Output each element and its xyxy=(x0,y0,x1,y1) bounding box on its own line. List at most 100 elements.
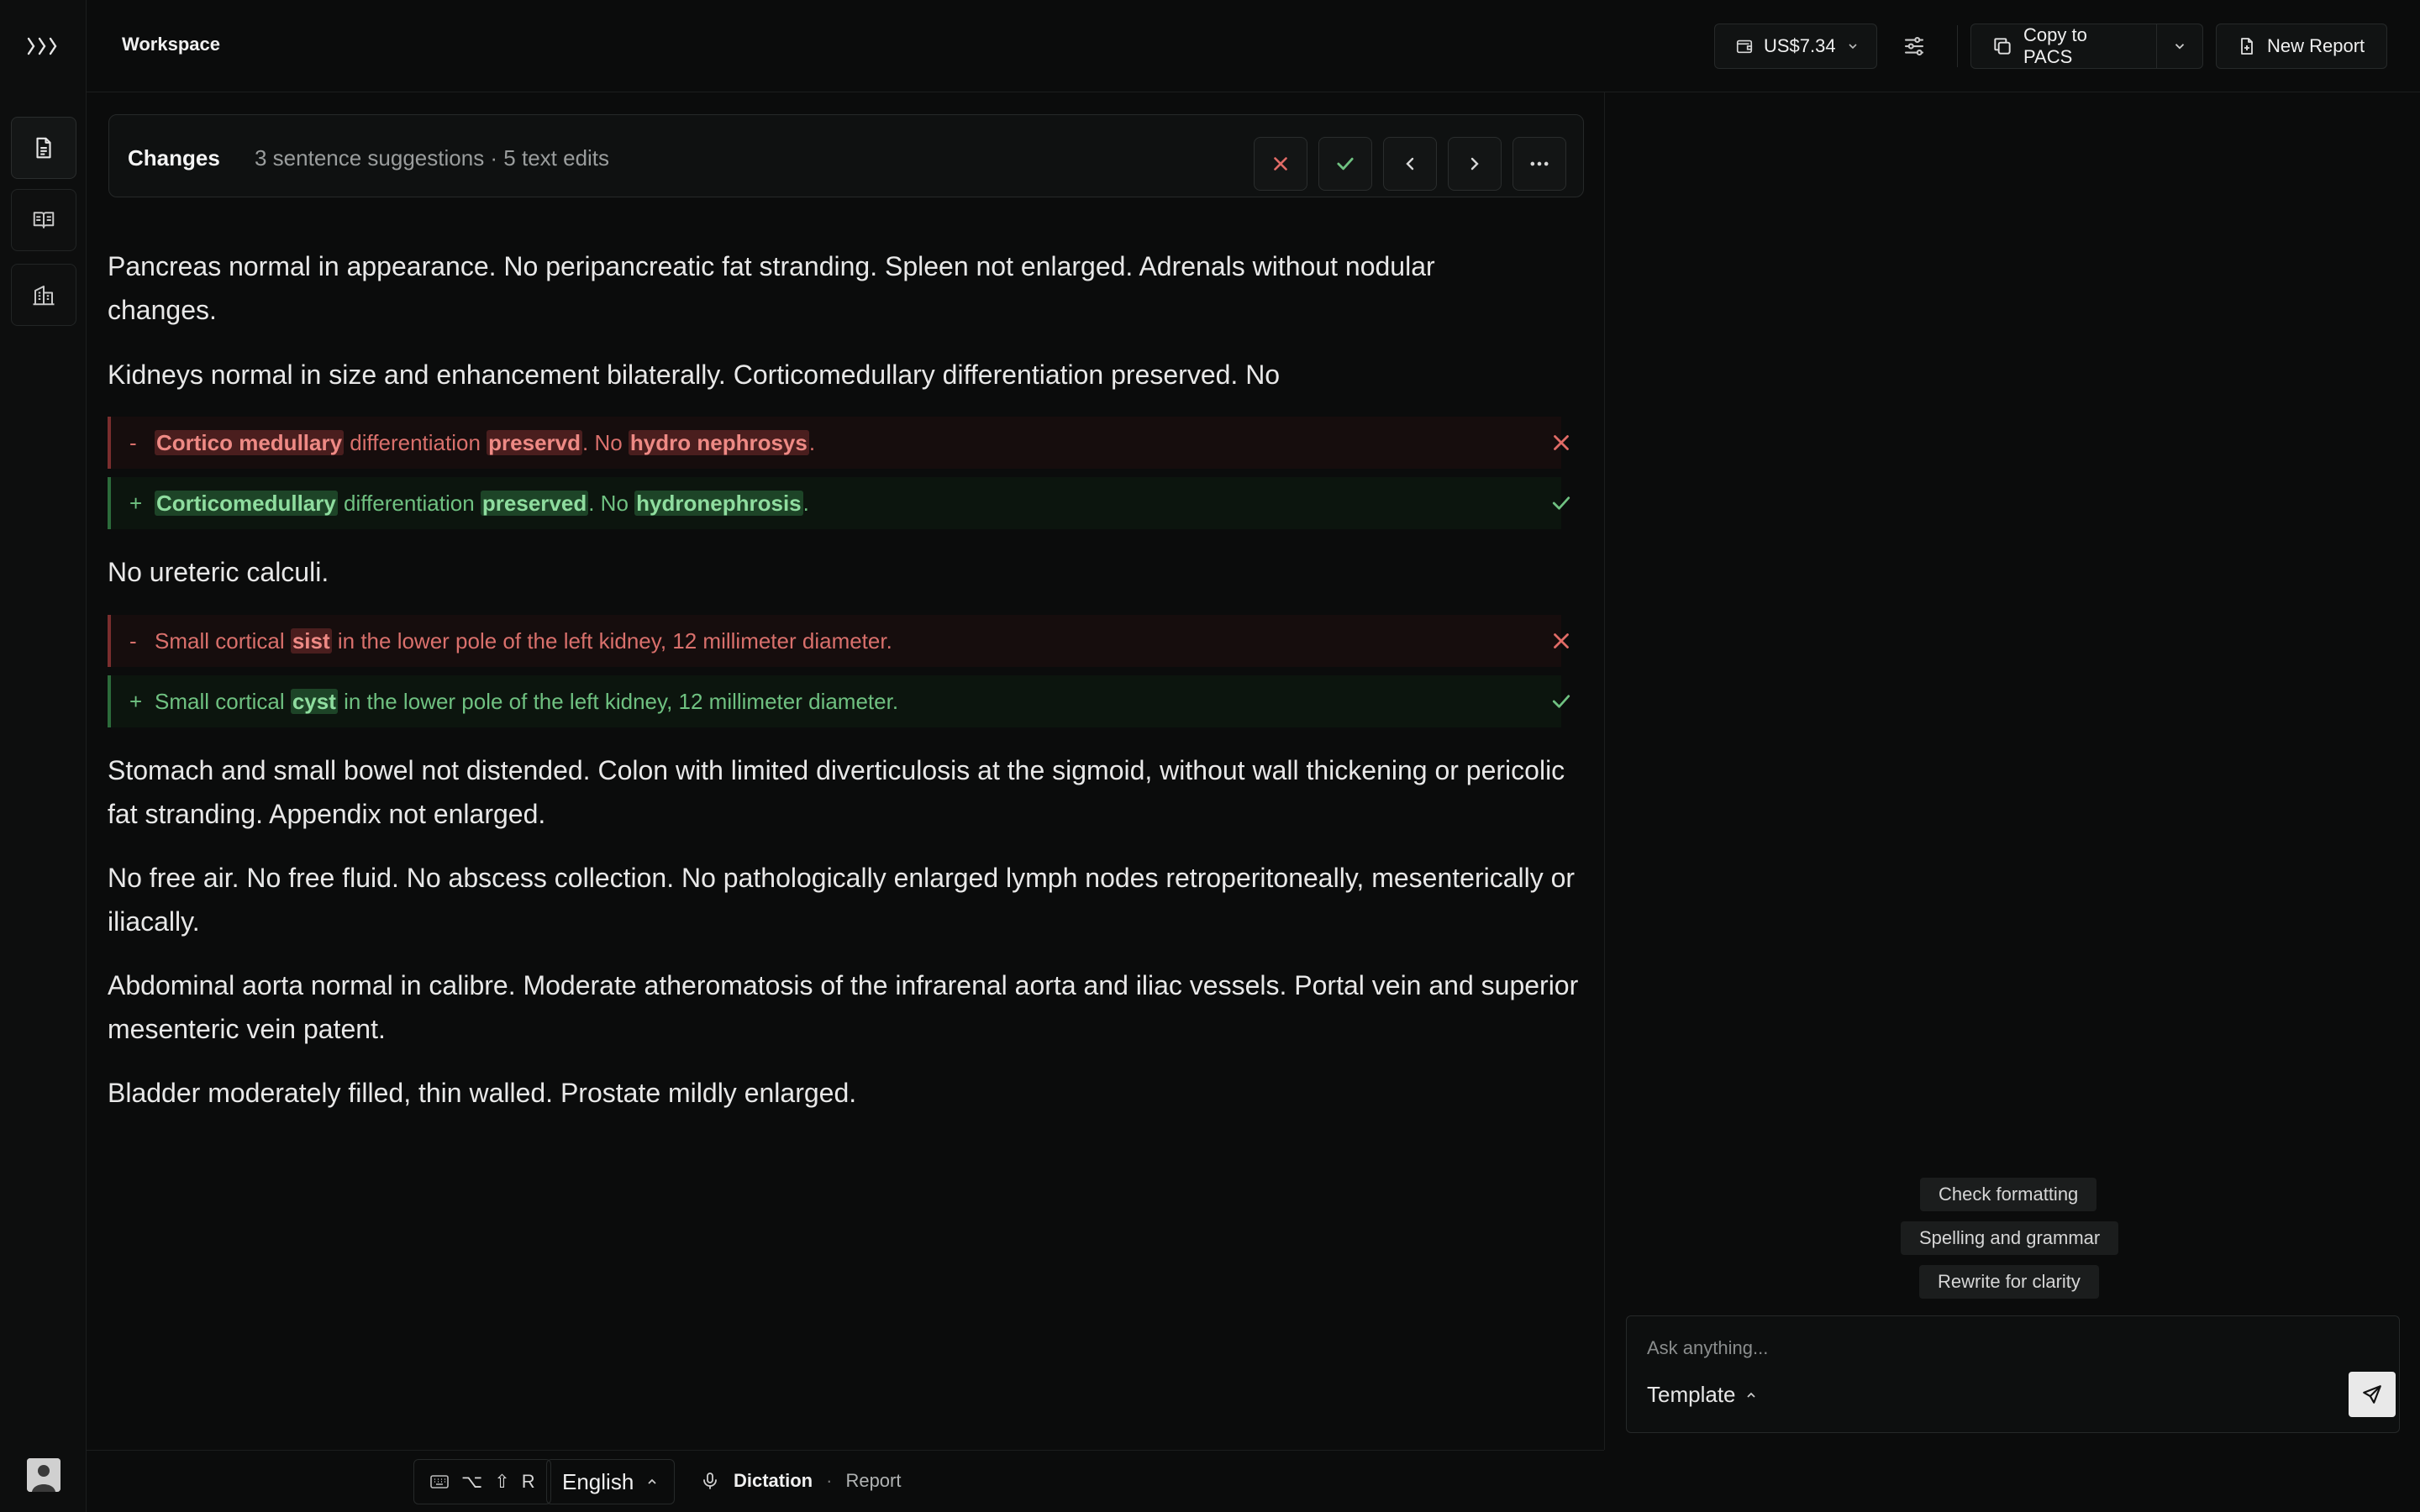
building-icon xyxy=(31,282,56,307)
report-paragraph[interactable]: No free air. No free fluid. No abscess c… xyxy=(108,856,1586,943)
diff-segment: differentiation xyxy=(337,490,481,516)
diff-segment: . No xyxy=(588,490,635,516)
diff-text: Corticomedullary differentiation preserv… xyxy=(155,490,809,517)
workspace-label: Workspace xyxy=(122,34,220,55)
document-icon xyxy=(31,135,56,160)
user-avatar[interactable] xyxy=(27,1458,60,1492)
copy-icon xyxy=(1991,35,2013,57)
close-icon xyxy=(1270,153,1292,175)
report-paragraph[interactable]: Bladder moderately filled, thin walled. … xyxy=(108,1071,1586,1115)
assistant-panel: Check formatting Spelling and grammar Re… xyxy=(1604,92,2420,1450)
template-dropdown[interactable]: Template xyxy=(1647,1382,1758,1408)
check-icon xyxy=(1334,152,1357,176)
reject-suggestion-button[interactable] xyxy=(1549,628,1574,654)
settings-sliders-button[interactable] xyxy=(1898,30,1930,62)
report-paragraph[interactable]: Stomach and small bowel not distended. C… xyxy=(108,748,1586,836)
chevron-left-icon xyxy=(1400,154,1420,174)
added-word: hydronephrosis xyxy=(634,490,803,516)
close-icon xyxy=(1549,430,1574,455)
diff-text: Small cortical sist in the lower pole of… xyxy=(155,627,892,654)
added-word: Corticomedullary xyxy=(155,490,338,516)
chevron-up-icon xyxy=(1744,1389,1758,1402)
toolbar-divider xyxy=(1957,25,1958,67)
new-report-button[interactable]: New Report xyxy=(2216,24,2387,69)
check-icon xyxy=(1549,689,1574,714)
chevron-down-icon xyxy=(2172,39,2187,54)
report-editor: Changes 3 sentence suggestions · 5 text … xyxy=(87,92,1604,1450)
assistant-input-box: Template xyxy=(1626,1315,2400,1433)
diff-segment: Small cortical xyxy=(155,627,291,654)
report-paragraph[interactable]: Kidneys normal in size and enhancement b… xyxy=(108,353,1586,396)
changes-bar: Changes 3 sentence suggestions · 5 text … xyxy=(108,114,1584,197)
rail-library-button[interactable] xyxy=(11,189,76,251)
copy-options-dropdown[interactable] xyxy=(2156,24,2203,69)
copy-to-pacs-button[interactable]: Copy to PACS xyxy=(1970,24,2157,69)
suggestion-addition[interactable]: + Corticomedullary differentiation prese… xyxy=(108,477,1561,529)
dictation-control[interactable]: Dictation · Report xyxy=(700,1469,902,1493)
suggestion-chip-check-formatting[interactable]: Check formatting xyxy=(1920,1178,2097,1211)
report-paragraph[interactable]: No ureteric calculi. xyxy=(108,550,1586,594)
suggestion-deletion[interactable]: - Cortico medullary differentiation pres… xyxy=(108,417,1561,469)
accept-suggestion-button[interactable] xyxy=(1549,689,1574,714)
suggestion-chip-spelling-grammar[interactable]: Spelling and grammar xyxy=(1901,1221,2119,1255)
dictation-mode[interactable]: Report xyxy=(845,1470,901,1492)
removed-word: Cortico medullary xyxy=(155,429,345,455)
changes-summary: 3 sentence suggestions · 5 text edits xyxy=(255,145,610,171)
book-icon xyxy=(30,207,57,233)
suggestion-chip-rewrite-clarity[interactable]: Rewrite for clarity xyxy=(1919,1265,2099,1299)
diff-plus-sign: + xyxy=(129,688,143,714)
language-label: English xyxy=(562,1468,634,1494)
new-report-label: New Report xyxy=(2267,35,2365,56)
bottom-bar: ⌥ ⇧ R English Dictation · Report xyxy=(87,1450,1604,1512)
keyboard-shortcut-hint[interactable]: ⌥ ⇧ R xyxy=(413,1459,551,1504)
r-key: R xyxy=(521,1471,535,1492)
accept-all-button[interactable] xyxy=(1318,137,1372,191)
reject-suggestion-button[interactable] xyxy=(1549,430,1574,455)
rail-document-button[interactable] xyxy=(11,117,76,179)
report-paragraph[interactable]: Abdominal aorta normal in calibre. Moder… xyxy=(108,963,1586,1051)
check-icon xyxy=(1549,491,1574,516)
more-options-button[interactable] xyxy=(1512,137,1566,191)
send-button[interactable] xyxy=(2349,1372,2396,1417)
suggestion-addition[interactable]: + Small cortical cyst in the lower pole … xyxy=(108,675,1561,727)
diff-minus-sign: - xyxy=(129,429,137,455)
app-logo-icon[interactable] xyxy=(25,34,60,59)
balance-amount: US$7.34 xyxy=(1764,35,1836,56)
balance-dropdown[interactable]: US$7.34 xyxy=(1714,24,1877,69)
rail-organization-button[interactable] xyxy=(11,264,76,326)
diff-segment: differentiation xyxy=(344,429,487,455)
diff-segment: in the lower pole of the left kidney, 12… xyxy=(331,627,892,654)
copy-to-pacs-label: Copy to PACS xyxy=(2023,24,2087,67)
top-bar: Workspace US$7.34 Copy to PACS New Repor… xyxy=(87,0,2420,92)
chevron-right-icon xyxy=(1465,154,1485,174)
removed-word: hydro nephrosys xyxy=(628,429,809,455)
diff-plus-sign: + xyxy=(129,490,143,516)
sliders-icon xyxy=(1902,34,1927,59)
diff-segment: . xyxy=(802,490,809,516)
report-paragraph[interactable]: Pancreas normal in appearance. No peripa… xyxy=(108,244,1536,332)
reject-all-button[interactable] xyxy=(1254,137,1307,191)
suggestion-deletion[interactable]: - Small cortical sist in the lower pole … xyxy=(108,615,1561,667)
language-dropdown[interactable]: English xyxy=(546,1459,676,1504)
shift-key: ⇧ xyxy=(494,1471,510,1492)
diff-segment: . xyxy=(808,429,816,455)
send-icon xyxy=(2361,1383,2383,1405)
wallet-icon xyxy=(1735,37,1754,55)
chevron-up-icon xyxy=(645,1475,659,1488)
option-key: ⌥ xyxy=(461,1471,483,1492)
ask-input[interactable] xyxy=(1647,1331,2370,1365)
removed-word: sist xyxy=(290,627,332,654)
dictation-label: Dictation xyxy=(734,1470,813,1491)
app-root: Workspace US$7.34 Copy to PACS New Repor… xyxy=(0,0,2420,1512)
diff-text: Cortico medullary differentiation preser… xyxy=(155,429,816,456)
new-document-icon xyxy=(2237,35,2257,57)
next-change-button[interactable] xyxy=(1448,137,1502,191)
added-word: cyst xyxy=(290,688,338,714)
close-icon xyxy=(1549,628,1574,654)
template-label: Template xyxy=(1647,1382,1736,1407)
left-rail xyxy=(0,0,87,1512)
diff-minus-sign: - xyxy=(129,627,137,654)
accept-suggestion-button[interactable] xyxy=(1549,491,1574,516)
keyboard-icon xyxy=(429,1473,450,1490)
previous-change-button[interactable] xyxy=(1383,137,1437,191)
